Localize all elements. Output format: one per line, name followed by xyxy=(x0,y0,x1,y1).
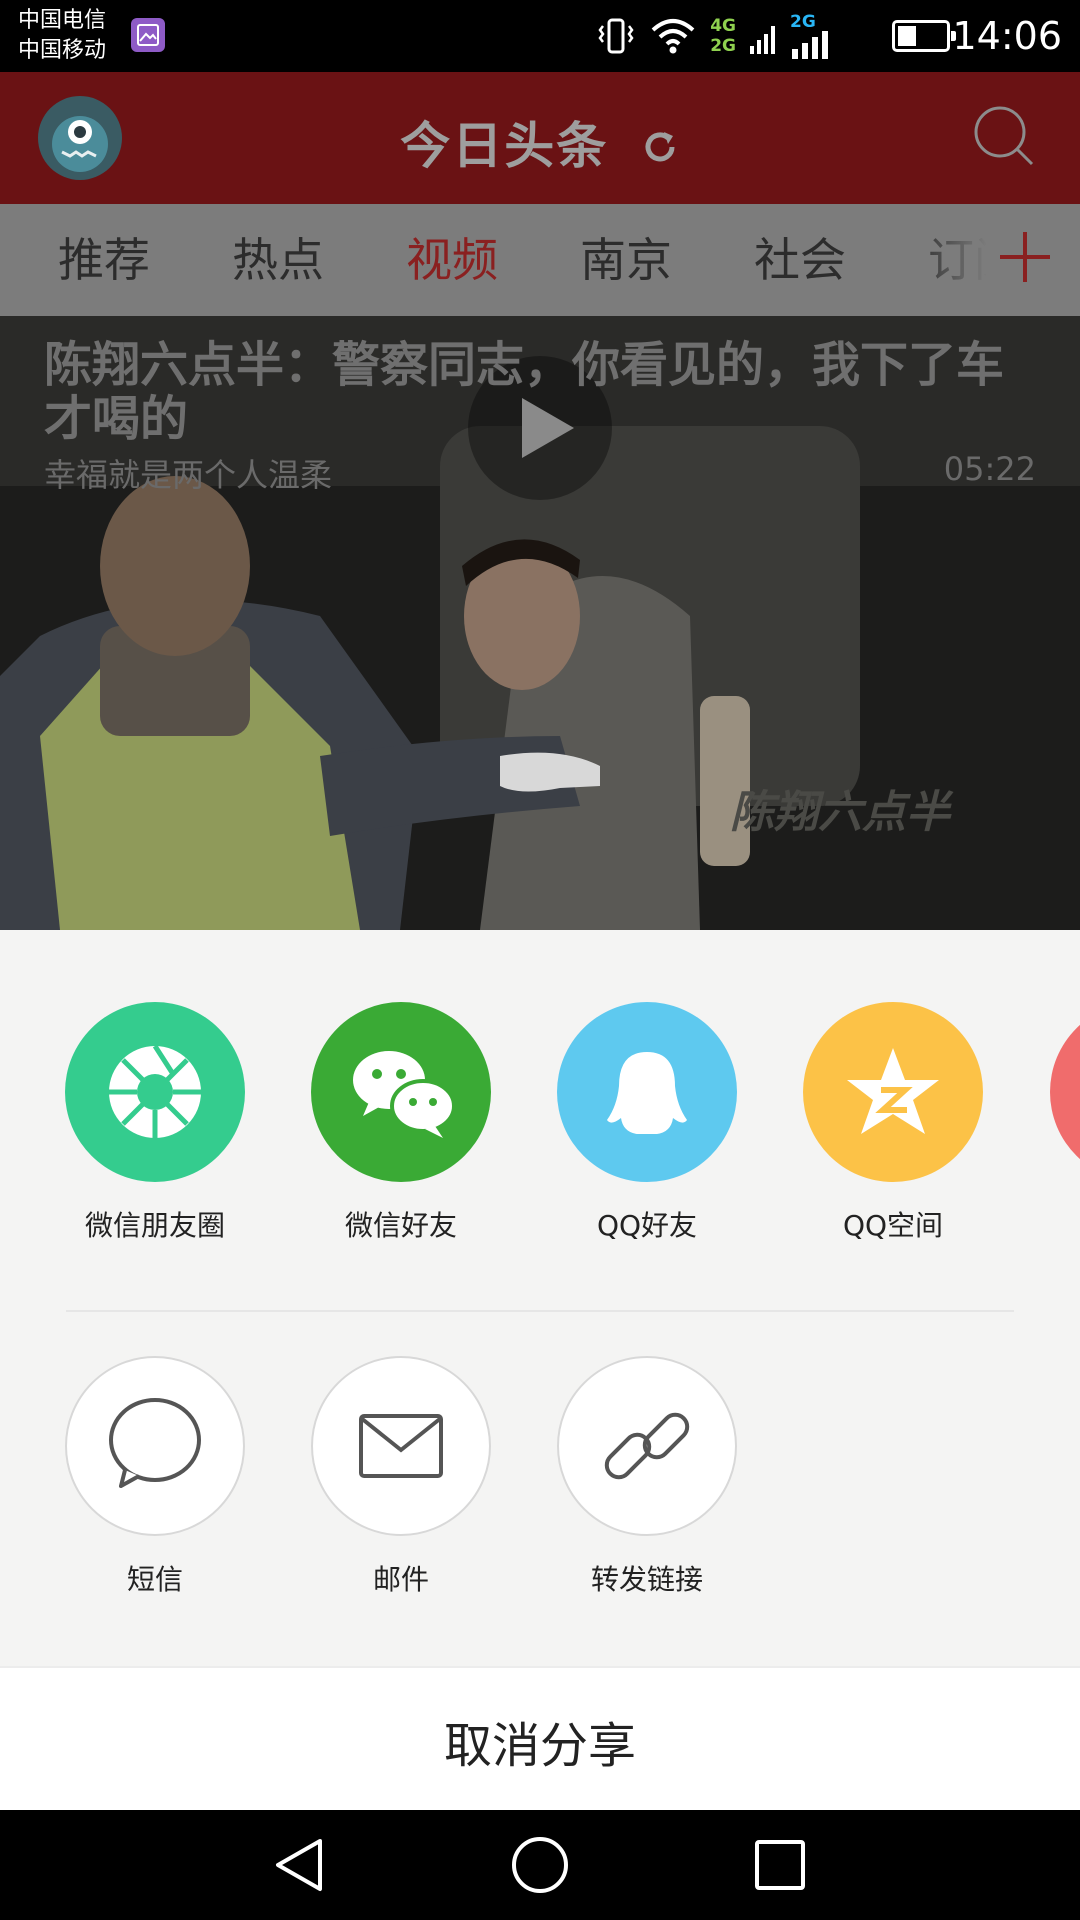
battery-fill xyxy=(898,26,916,46)
mail-icon xyxy=(311,1356,491,1536)
share-sms[interactable]: 短信 xyxy=(32,1356,278,1598)
share-mail-label: 邮件 xyxy=(372,1563,429,1596)
wechat-icon xyxy=(311,1002,491,1182)
share-sms-label: 短信 xyxy=(126,1563,183,1596)
share-wechat[interactable]: 微信好友 xyxy=(278,1002,524,1244)
carrier-1: 中国电信 xyxy=(18,8,107,33)
video-source: 幸福就是两个人温柔 xyxy=(44,456,333,494)
wifi-icon xyxy=(651,19,695,54)
search-icon xyxy=(974,106,1034,166)
share-wechat-label: 微信好友 xyxy=(344,1209,457,1242)
app-title-text: 今日头条 xyxy=(400,117,609,175)
clock: 14:06 xyxy=(952,14,1062,58)
network-labels: 4G 2G xyxy=(710,16,736,56)
share-link[interactable]: 转发链接 xyxy=(524,1356,770,1598)
video-duration: 05:22 xyxy=(943,450,1036,488)
share-sheet: 微信朋友圈 微信好友 QQ好友 QQ空间 短信 邮件 转发链接 取消分享 xyxy=(0,930,1080,1812)
share-weibo[interactable] xyxy=(1016,1002,1080,1182)
vibrate-icon xyxy=(598,18,634,54)
network-4g-label: 4G xyxy=(710,16,736,36)
carrier-names: 中国电信 中国移动 xyxy=(18,6,106,66)
status-icons: 4G 2G 2G xyxy=(596,13,832,59)
weibo-icon xyxy=(1050,1002,1080,1182)
tab-video[interactable]: 视频 xyxy=(406,230,498,290)
app-title: 今日头条 xyxy=(0,106,1080,178)
tab-recommend[interactable]: 推荐 xyxy=(58,230,150,290)
share-qzone-label: QQ空间 xyxy=(842,1209,944,1242)
tab-nanjing[interactable]: 南京 xyxy=(580,230,672,290)
sms-icon xyxy=(65,1356,245,1536)
qzone-icon xyxy=(803,1002,983,1182)
gallery-notification-icon xyxy=(131,18,165,52)
qq-icon xyxy=(557,1002,737,1182)
app-header: 今日头条 xyxy=(0,72,1080,204)
tab-hot[interactable]: 热点 xyxy=(232,230,324,290)
share-qzone[interactable]: QQ空间 xyxy=(770,1002,1016,1244)
home-button[interactable] xyxy=(510,1835,570,1895)
share-moments-label: 微信朋友圈 xyxy=(84,1209,225,1242)
video-watermark: 陈翔六点半 xyxy=(730,787,950,838)
refresh-icon[interactable] xyxy=(640,117,680,175)
back-icon xyxy=(276,1839,322,1891)
recents-icon xyxy=(755,1840,805,1890)
network-2g-label: 2G xyxy=(710,36,736,56)
home-icon xyxy=(512,1837,568,1893)
cancel-share-button[interactable]: 取消分享 xyxy=(0,1706,1080,1776)
signal-2: 2G xyxy=(790,13,832,59)
carrier-2: 中国移动 xyxy=(18,38,107,63)
recents-button[interactable] xyxy=(750,1835,810,1895)
video-title: 陈翔六点半：警察同志，你看见的，我下了车才喝的 xyxy=(44,337,1005,447)
status-bar: 中国电信 中国移动 4G 2G 2G 14:06 xyxy=(0,0,1080,72)
share-qq[interactable]: QQ好友 xyxy=(524,1002,770,1244)
search-button[interactable] xyxy=(970,102,1040,172)
share-link-label: 转发链接 xyxy=(590,1563,703,1596)
cancel-share-area: 取消分享 xyxy=(0,1666,1080,1812)
channel-tabs: 推荐 热点 视频 南京 社会 订阅 xyxy=(0,204,1080,316)
tab-society[interactable]: 社会 xyxy=(754,230,846,290)
share-moments[interactable]: 微信朋友圈 xyxy=(32,1002,278,1244)
share-divider xyxy=(66,1310,1014,1312)
signal-2-icon xyxy=(792,31,828,59)
moments-icon xyxy=(65,1002,245,1182)
system-nav-bar xyxy=(0,1810,1080,1920)
plus-icon xyxy=(1000,232,1050,282)
link-icon xyxy=(557,1356,737,1536)
back-button[interactable] xyxy=(270,1835,330,1895)
network-2g-label-2: 2G xyxy=(790,12,816,32)
signal-1-icon xyxy=(750,26,775,54)
video-card[interactable]: 陈翔六点半：警察同志，你看见的，我下了车才喝的 幸福就是两个人温柔 05:22 … xyxy=(0,316,1080,930)
share-mail[interactable]: 邮件 xyxy=(278,1356,524,1598)
battery-icon xyxy=(892,20,956,52)
share-qq-label: QQ好友 xyxy=(596,1209,698,1242)
add-channel-button[interactable] xyxy=(996,228,1054,286)
